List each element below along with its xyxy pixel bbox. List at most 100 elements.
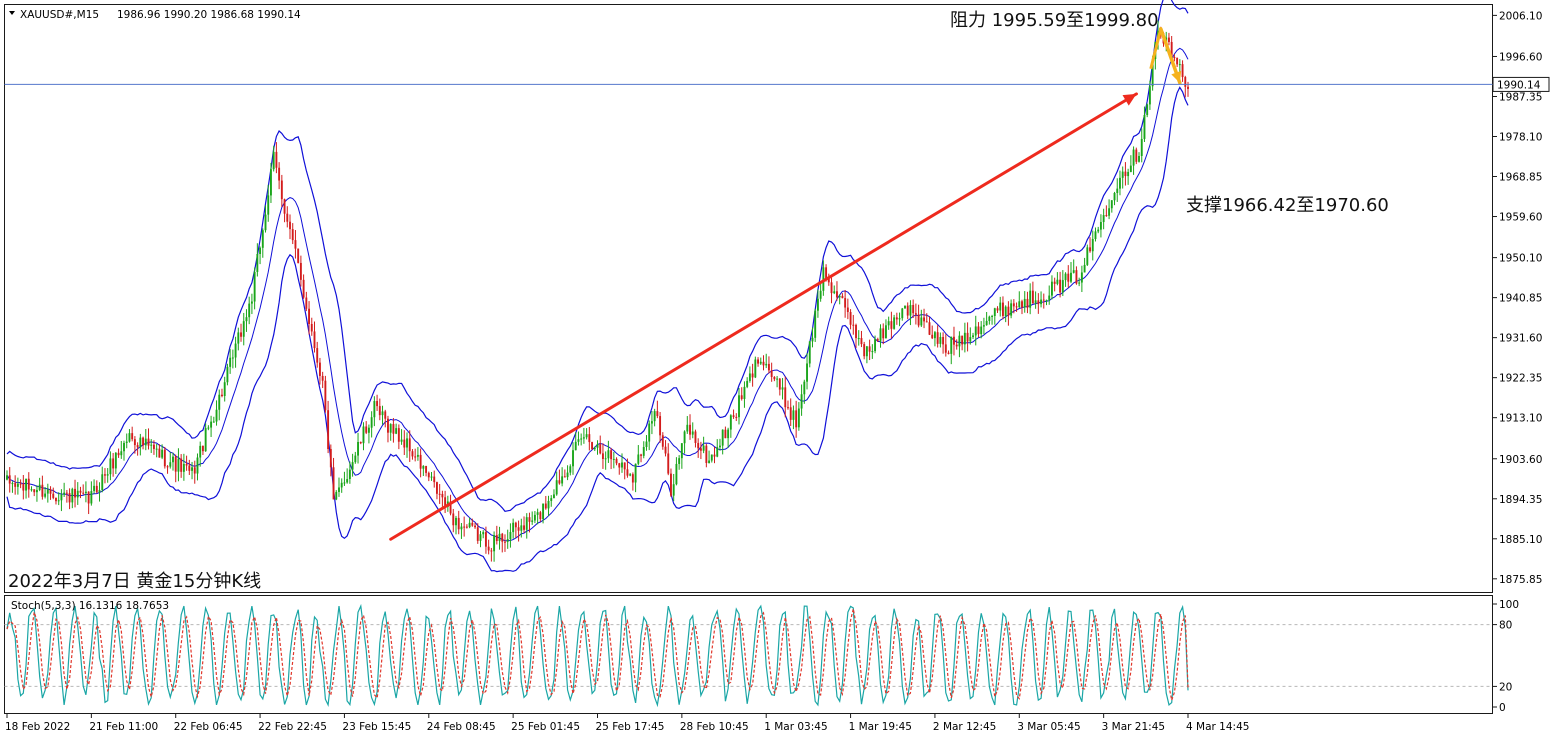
candle-body xyxy=(71,488,74,503)
price-tick-label: 1950.10 xyxy=(1499,253,1542,265)
candle-body xyxy=(865,346,868,357)
candle-body xyxy=(275,151,278,168)
candle-body xyxy=(1089,247,1091,252)
candle-body xyxy=(517,527,520,531)
candle-body xyxy=(770,370,773,377)
candle-body xyxy=(11,483,14,485)
candle-body xyxy=(1178,64,1181,66)
candle-body xyxy=(860,338,863,345)
candle-body xyxy=(969,337,972,342)
candle-body xyxy=(1119,177,1121,189)
candle-body xyxy=(1050,281,1053,296)
candle-body xyxy=(699,448,702,451)
candle-body xyxy=(645,441,648,448)
candle-body xyxy=(947,352,950,354)
candle-body xyxy=(155,448,158,450)
price-tick-label: 2006.10 xyxy=(1499,10,1542,22)
current-price-tag: 1990.14 xyxy=(1492,76,1550,92)
candle-body xyxy=(324,380,327,411)
candle-body xyxy=(778,378,781,390)
candle-body xyxy=(917,314,920,326)
candle-body xyxy=(229,357,232,367)
candle-body xyxy=(1034,300,1037,304)
candle-body xyxy=(963,332,966,345)
candle-body xyxy=(87,491,90,504)
candle-body xyxy=(670,473,672,496)
time-tick-label: 1 Mar 03:45 xyxy=(764,721,827,733)
price-tick-label: 1922.35 xyxy=(1499,373,1542,385)
candle-body xyxy=(234,343,237,358)
candle-body xyxy=(457,517,460,530)
candle-body xyxy=(661,435,664,447)
candle-body xyxy=(680,443,683,459)
candle-body xyxy=(909,304,912,316)
candle-body xyxy=(283,199,286,214)
candle-body xyxy=(172,456,174,463)
candle-body xyxy=(248,303,251,318)
candle-body xyxy=(585,434,588,438)
candle-body xyxy=(849,312,852,325)
price-tick-label: 1987.35 xyxy=(1499,91,1542,103)
candle-body xyxy=(199,445,202,458)
candle-body xyxy=(857,338,860,340)
candle-body xyxy=(729,415,732,430)
candle-body xyxy=(762,361,765,366)
candle-body xyxy=(231,357,234,359)
candle-body xyxy=(653,411,656,422)
candle-body xyxy=(1102,215,1105,223)
candle-body xyxy=(634,463,637,483)
candle-body xyxy=(1059,279,1062,293)
candle-body xyxy=(1056,279,1059,284)
candle-body xyxy=(582,437,585,439)
candle-body xyxy=(811,337,814,342)
candle-body xyxy=(422,465,425,469)
candle-body xyxy=(98,489,101,493)
time-tick-label: 4 Mar 14:45 xyxy=(1186,721,1249,733)
candle-body xyxy=(90,491,93,504)
candle-body xyxy=(748,373,751,381)
candle-body xyxy=(286,213,289,222)
candle-body xyxy=(933,332,936,339)
time-tick-label: 25 Feb 17:45 xyxy=(596,721,665,733)
candle-body xyxy=(1080,272,1083,283)
candle-body xyxy=(509,532,512,540)
ohlc-values: 1986.96 1990.20 1986.68 1990.14 xyxy=(117,9,301,21)
candle-body xyxy=(841,295,844,299)
candle-body xyxy=(22,483,25,491)
candle-body xyxy=(416,454,419,457)
candle-body xyxy=(789,407,792,420)
candle-body xyxy=(104,474,106,476)
candle-body xyxy=(836,291,838,298)
candle-body xyxy=(468,522,471,528)
candle-body xyxy=(33,489,36,493)
candle-body xyxy=(944,344,947,353)
candle-body xyxy=(656,411,659,417)
candle-body xyxy=(256,254,259,272)
candle-body xyxy=(833,291,836,294)
candle-body xyxy=(1132,149,1135,166)
stoch-header: Stoch(5,3,3) 16.1316 18.7653 xyxy=(11,600,169,612)
candle-body xyxy=(572,450,574,467)
candle-body xyxy=(245,317,248,322)
support-annotation: 支撑1966.42至1970.60 xyxy=(1186,195,1389,216)
candle-body xyxy=(528,517,531,522)
candle-body xyxy=(335,491,338,500)
price-tick-label: 1885.10 xyxy=(1499,534,1542,546)
candle-body xyxy=(773,376,776,380)
candle-body xyxy=(93,485,96,492)
candle-body xyxy=(106,474,109,476)
candle-body xyxy=(425,465,428,473)
candle-body xyxy=(898,318,901,320)
candle-body xyxy=(604,458,607,460)
candle-body xyxy=(68,493,71,503)
candle-body xyxy=(795,410,798,428)
candle-body xyxy=(504,541,506,543)
candle-body xyxy=(1113,192,1116,201)
candle-body xyxy=(879,328,882,341)
candle-body xyxy=(887,321,890,326)
candle-body xyxy=(936,332,939,344)
time-tick-label: 23 Feb 15:45 xyxy=(342,721,411,733)
candle-body xyxy=(1021,301,1023,308)
candle-body xyxy=(297,248,300,263)
candle-body xyxy=(430,476,433,478)
